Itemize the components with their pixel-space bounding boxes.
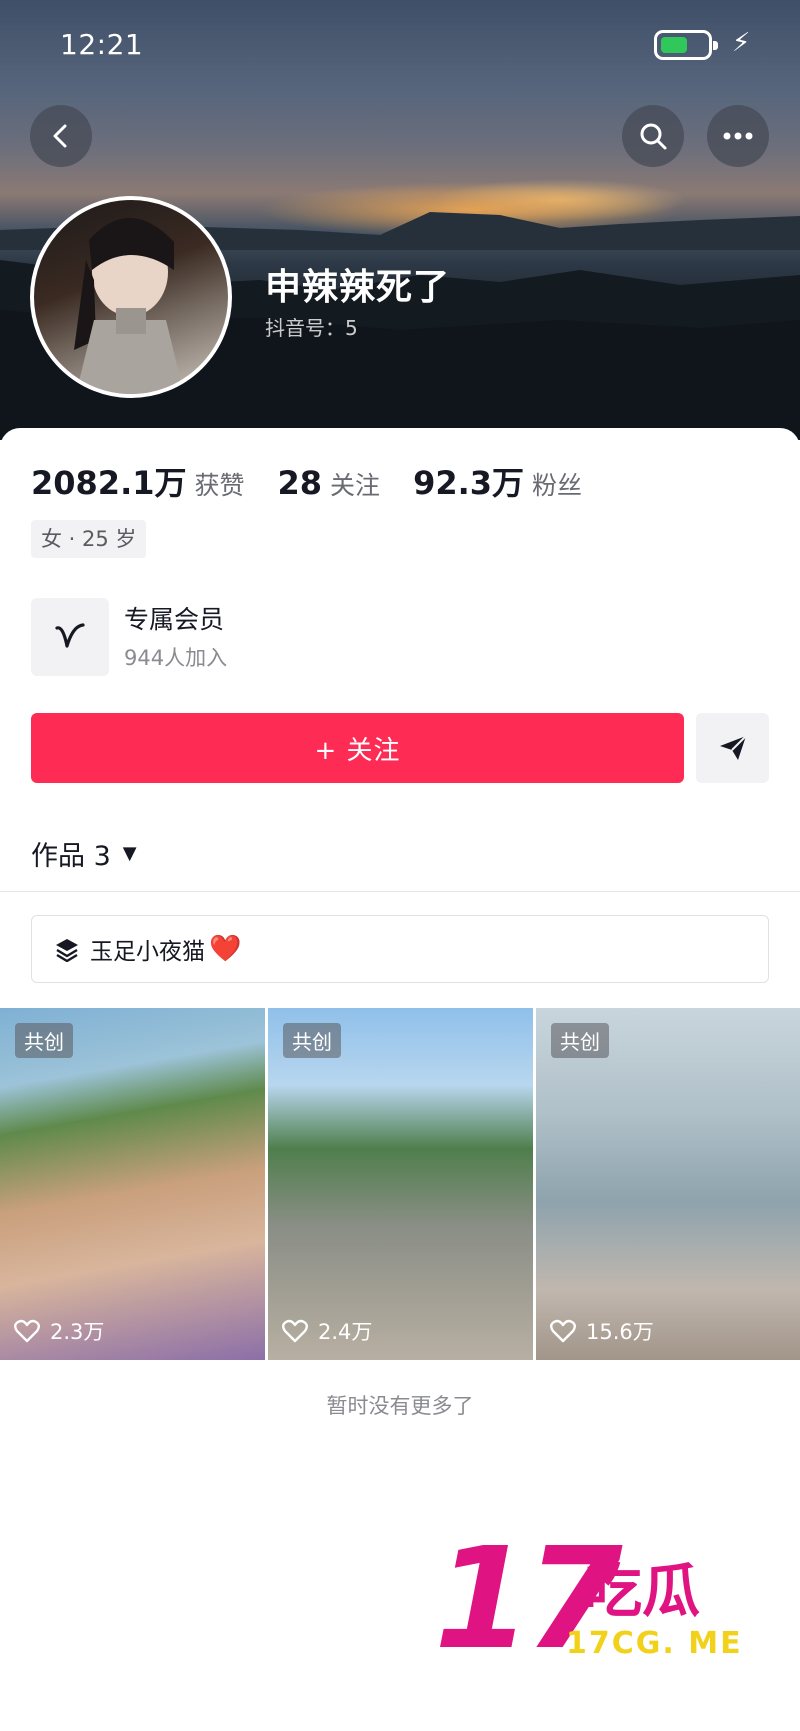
stat-label: 粉丝 xyxy=(532,471,583,500)
profile-nickname: 申辣辣死了 xyxy=(265,267,451,308)
heart-outline-icon xyxy=(550,1319,576,1343)
gender-age-tag: 女 · 25 岁 xyxy=(31,520,147,558)
stat-likes[interactable]: 2082.1万 获赞 xyxy=(31,458,245,504)
tab-works[interactable]: 作品 3 ▼ xyxy=(31,834,137,873)
co-creation-badge: 共创 xyxy=(551,1023,609,1058)
caret-down-icon: ▼ xyxy=(122,843,137,864)
avatar-photo xyxy=(74,217,184,394)
send-icon xyxy=(719,735,747,760)
membership-subtitle: 944人加入 xyxy=(124,646,228,670)
stat-value: 2082.1万 xyxy=(31,464,187,502)
video-thumbnail[interactable]: 共创 2.3万 xyxy=(0,1008,265,1360)
status-bar: 12:21 ⚡ xyxy=(0,0,800,90)
collection-card[interactable]: 玉足小夜猫 ❤️ xyxy=(31,915,769,983)
avatar[interactable] xyxy=(30,196,232,398)
watermark-chinese: 吃瓜 xyxy=(584,1557,701,1625)
battery-icon xyxy=(654,30,718,60)
stat-following[interactable]: 28 关注 xyxy=(278,464,381,502)
follow-button[interactable]: + 关注 xyxy=(31,713,684,783)
share-button[interactable] xyxy=(696,713,769,783)
search-button[interactable] xyxy=(622,105,684,167)
co-creation-badge: 共创 xyxy=(15,1023,73,1058)
site-watermark: 17 吃瓜 17CG. ME xyxy=(434,1530,764,1700)
video-thumbnail[interactable]: 共创 2.4万 xyxy=(268,1008,533,1360)
stat-followers[interactable]: 92.3万 粉丝 xyxy=(413,458,582,504)
co-creation-badge: 共创 xyxy=(283,1023,341,1058)
more-button[interactable] xyxy=(707,105,769,167)
video-grid: 共创 2.3万 共创 2.4万 共创 15.6万 xyxy=(0,1008,800,1360)
heart-emoji: ❤️ xyxy=(209,934,242,964)
membership-logo[interactable] xyxy=(31,598,109,676)
like-count: 2.3万 xyxy=(14,1316,104,1346)
stat-label: 关注 xyxy=(330,471,381,500)
watermark-url: 17CG. ME xyxy=(566,1626,743,1661)
search-icon xyxy=(640,123,667,150)
layers-icon xyxy=(56,939,78,962)
stat-label: 获赞 xyxy=(194,471,245,500)
heart-outline-icon xyxy=(14,1319,40,1343)
stat-value: 92.3万 xyxy=(413,464,525,502)
vip-v-icon xyxy=(55,623,85,648)
douyin-id[interactable]: 抖音号：5 xyxy=(265,312,358,341)
heart-outline-icon xyxy=(282,1319,308,1343)
like-count: 15.6万 xyxy=(550,1316,654,1346)
like-count-value: 2.3万 xyxy=(50,1320,105,1344)
chevron-left-icon xyxy=(53,124,67,148)
video-thumbnail[interactable]: 共创 15.6万 xyxy=(536,1008,800,1360)
end-of-list-text: 暂时没有更多了 xyxy=(326,1394,474,1418)
charging-icon: ⚡ xyxy=(732,28,751,58)
divider xyxy=(0,891,800,892)
like-count-value: 2.4万 xyxy=(318,1320,373,1344)
more-dots-icon xyxy=(723,132,753,140)
membership-title[interactable]: 专属会员 xyxy=(124,600,224,636)
tab-works-label: 作品 3 xyxy=(31,841,111,872)
like-count-value: 15.6万 xyxy=(586,1320,654,1344)
like-count: 2.4万 xyxy=(282,1316,372,1346)
back-button[interactable] xyxy=(30,105,92,167)
clock: 12:21 xyxy=(60,28,144,61)
stats-row: 2082.1万 获赞 28 关注 92.3万 粉丝 xyxy=(31,458,615,504)
stat-value: 28 xyxy=(277,464,323,502)
collection-title: 玉足小夜猫 xyxy=(90,939,205,965)
